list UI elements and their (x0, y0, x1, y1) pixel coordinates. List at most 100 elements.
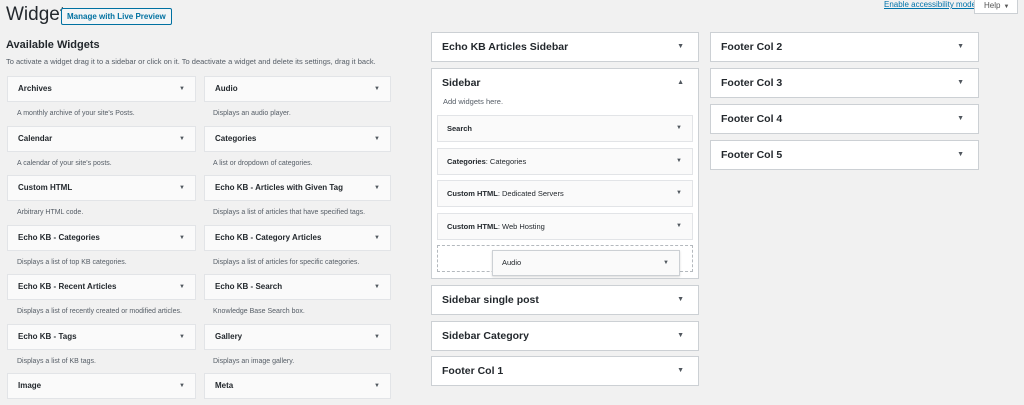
help-label: Help (984, 1, 1001, 10)
live-preview-button[interactable]: Manage with Live Preview (61, 8, 172, 25)
caret-down-icon: ▼ (179, 185, 185, 191)
widget-categories[interactable]: Categories ▼ (204, 126, 391, 152)
widget-description: Displays a list of articles that have sp… (213, 209, 366, 216)
sidebar-widget-search[interactable]: Search ▼ (437, 115, 693, 142)
widget-description: Displays a list of KB tags. (17, 358, 96, 365)
widget-type: Custom HTML (447, 189, 498, 198)
widget-description: A calendar of your site's posts. (17, 160, 112, 167)
widget-title: Image (18, 381, 42, 390)
help-button[interactable]: Help ▼ (974, 0, 1018, 14)
widget-echo-kb-articles-tag[interactable]: Echo KB - Articles with Given Tag ▼ (204, 175, 391, 201)
widget-title: Archives (18, 84, 52, 93)
widget-title: Gallery (215, 332, 243, 341)
caret-down-icon: ▼ (179, 334, 185, 340)
widget-gallery[interactable]: Gallery ▼ (204, 324, 391, 350)
sidebar-widget-web-hosting[interactable]: Custom HTML: Web Hosting ▼ (437, 213, 693, 240)
widget-archives[interactable]: Archives ▼ (7, 76, 196, 102)
area-title: Echo KB Articles Sidebar (442, 41, 569, 53)
widget-description: Arbitrary HTML code. (17, 209, 84, 216)
widget-title: Echo KB - Articles with Given Tag (215, 183, 344, 192)
widget-title: Meta (215, 381, 234, 390)
widget-title: Categories (215, 134, 257, 143)
widget-image[interactable]: Image ▼ (7, 373, 196, 399)
widget-custom-html[interactable]: Custom HTML ▼ (7, 175, 196, 201)
widget-description: Displays an image gallery. (213, 358, 295, 365)
widget-instance-title: : Dedicated Servers (497, 189, 564, 198)
caret-down-icon: ▼ (957, 151, 964, 158)
caret-up-icon: ▲ (677, 79, 684, 86)
area-title: Footer Col 3 (721, 77, 783, 89)
caret-down-icon: ▼ (1003, 4, 1010, 10)
widget-description: Displays a list of recently created or m… (17, 308, 182, 315)
area-title: Footer Col 4 (721, 113, 783, 125)
area-footer-col-4[interactable]: Footer Col 4 ▼ (710, 104, 979, 134)
caret-down-icon: ▼ (676, 158, 682, 164)
area-sidebar[interactable]: Sidebar ▲ Add widgets here. Search ▼ Cate… (431, 68, 699, 279)
caret-down-icon: ▼ (677, 296, 684, 303)
widget-title: Audio (215, 84, 238, 93)
widget-description: Displays a list of articles for specific… (213, 259, 360, 266)
caret-down-icon: ▼ (179, 383, 185, 389)
widget-description: A list or dropdown of categories. (213, 160, 313, 167)
widget-title: Audio (502, 258, 522, 267)
available-widgets-title: Available Widgets (6, 39, 100, 51)
widget-title: Echo KB - Recent Articles (18, 282, 117, 291)
caret-down-icon: ▼ (677, 43, 684, 50)
widget-description: Displays a list of top KB categories. (17, 259, 127, 266)
widget-title: Echo KB - Category Articles (215, 233, 322, 242)
caret-down-icon: ▼ (374, 334, 380, 340)
area-title: Footer Col 2 (721, 41, 783, 53)
sidebar-widget-categories[interactable]: Categories: Categories ▼ (437, 148, 693, 175)
widget-echo-kb-category-articles[interactable]: Echo KB - Category Articles ▼ (204, 225, 391, 251)
caret-down-icon: ▼ (957, 115, 964, 122)
widget-echo-kb-tags[interactable]: Echo KB - Tags ▼ (7, 324, 196, 350)
caret-down-icon: ▼ (374, 136, 380, 142)
widget-title: Calendar (18, 134, 53, 143)
widget-title: Echo KB - Search (215, 282, 283, 291)
widget-title: Custom HTML (18, 183, 73, 192)
sidebar-widget-dedicated-servers[interactable]: Custom HTML: Dedicated Servers ▼ (437, 180, 693, 207)
widget-type: Categories (447, 157, 486, 166)
area-footer-col-5[interactable]: Footer Col 5 ▼ (710, 140, 979, 170)
caret-down-icon: ▼ (374, 284, 380, 290)
widget-title: Echo KB - Categories (18, 233, 100, 242)
available-widgets-description: To activate a widget drag it to a sideba… (6, 57, 376, 66)
area-footer-col-3[interactable]: Footer Col 3 ▼ (710, 68, 979, 98)
caret-down-icon: ▼ (676, 125, 682, 131)
caret-down-icon: ▼ (179, 136, 185, 142)
caret-down-icon: ▼ (676, 223, 682, 229)
caret-down-icon: ▼ (374, 185, 380, 191)
caret-down-icon: ▼ (179, 284, 185, 290)
area-sidebar-single-post[interactable]: Sidebar single post ▼ (431, 285, 699, 315)
widget-calendar[interactable]: Calendar ▼ (7, 126, 196, 152)
caret-down-icon: ▼ (677, 332, 684, 339)
area-title: Sidebar (442, 77, 481, 89)
area-title: Sidebar Category (442, 330, 529, 342)
dragging-widget-audio[interactable]: Audio ▼ (492, 250, 680, 276)
caret-down-icon: ▼ (374, 86, 380, 92)
area-footer-col-2[interactable]: Footer Col 2 ▼ (710, 32, 979, 62)
accessibility-mode-link[interactable]: Enable accessibility mode (884, 0, 976, 9)
caret-down-icon: ▼ (663, 260, 669, 266)
area-echo-kb-articles-sidebar[interactable]: Echo KB Articles Sidebar ▼ (431, 32, 699, 62)
area-footer-col-1[interactable]: Footer Col 1 ▼ (431, 356, 699, 386)
add-widgets-hint: Add widgets here. (443, 97, 504, 106)
widget-type: Search (447, 124, 473, 133)
widget-description: A monthly archive of your site's Posts. (17, 110, 135, 117)
widget-echo-kb-categories[interactable]: Echo KB - Categories ▼ (7, 225, 196, 251)
widget-description: Displays an audio player. (213, 110, 291, 117)
widget-instance-title: : Categories (485, 157, 527, 166)
area-sidebar-category[interactable]: Sidebar Category ▼ (431, 321, 699, 351)
caret-down-icon: ▼ (179, 86, 185, 92)
widget-echo-kb-search[interactable]: Echo KB - Search ▼ (204, 274, 391, 300)
widget-meta[interactable]: Meta ▼ (204, 373, 391, 399)
widget-echo-kb-recent-articles[interactable]: Echo KB - Recent Articles ▼ (7, 274, 196, 300)
widget-description: Knowledge Base Search box. (213, 308, 305, 315)
widget-instance-title: : Web Hosting (497, 222, 545, 231)
area-title: Footer Col 5 (721, 149, 783, 161)
caret-down-icon: ▼ (677, 367, 684, 374)
widget-audio[interactable]: Audio ▼ (204, 76, 391, 102)
caret-down-icon: ▼ (374, 383, 380, 389)
caret-down-icon: ▼ (676, 190, 682, 196)
widget-title: Echo KB - Tags (18, 332, 77, 341)
